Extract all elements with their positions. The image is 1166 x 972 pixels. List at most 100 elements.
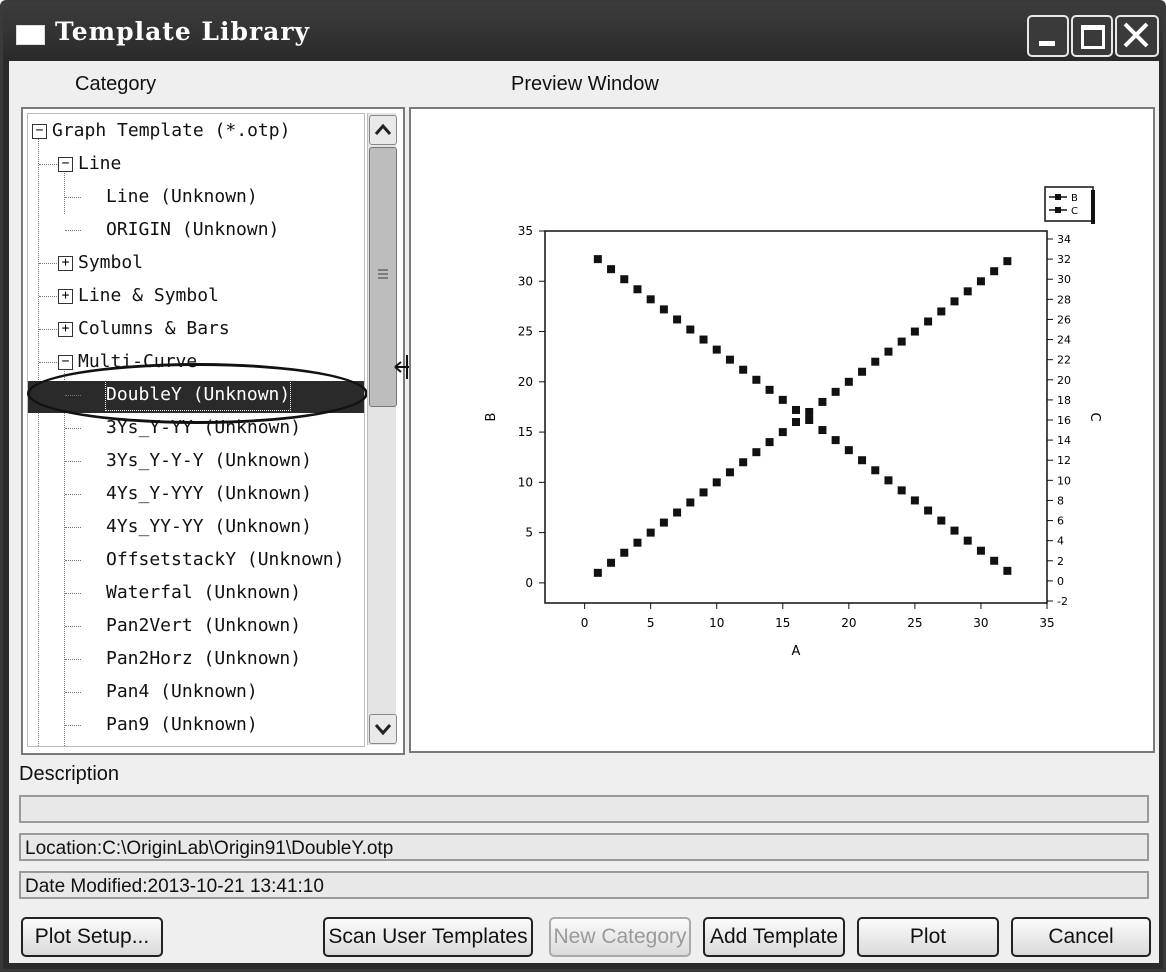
tree-connector: [65, 593, 81, 594]
series-c-point: [646, 295, 655, 304]
series-c-point: [778, 395, 787, 404]
tree-item[interactable]: OffsetstackY (Unknown): [106, 545, 344, 575]
plot-frame: [544, 230, 1048, 604]
series-c-point: [725, 355, 734, 364]
close-button[interactable]: [1115, 15, 1159, 57]
legend-marker: [1055, 194, 1061, 200]
series-c-point: [871, 466, 880, 475]
chevron-down-icon: [374, 724, 392, 736]
y2-tick-label: 18: [1057, 394, 1071, 407]
add-template-button[interactable]: Add Template: [703, 917, 845, 957]
series-b-point: [792, 418, 800, 427]
series-c-point: [950, 526, 959, 535]
series-b-point: [712, 478, 721, 487]
tree-item[interactable]: 4Ys_Y-YYY (Unknown): [106, 479, 312, 509]
minimize-button[interactable]: [1027, 15, 1069, 57]
legend-shadow: [1091, 190, 1095, 224]
series-c-point: [620, 275, 629, 284]
tree-connector: [65, 560, 81, 561]
plot-setup-button[interactable]: Plot Setup...: [21, 917, 163, 957]
series-b-point: [620, 548, 629, 557]
y-axis-label: B: [484, 413, 499, 422]
tree-connector: [39, 362, 57, 363]
tree-item[interactable]: Graph Template (*.otp): [52, 116, 290, 146]
tree-connector: [65, 494, 81, 495]
series-b-point: [831, 387, 840, 396]
y2-tick-label: 24: [1057, 334, 1071, 347]
tree-item[interactable]: Columns & Bars: [78, 314, 230, 344]
series-b-point: [976, 277, 985, 286]
location-field: Location:C:\OriginLab\Origin91\DoubleY.o…: [19, 833, 1149, 861]
tree-scrollbar[interactable]: [367, 113, 397, 745]
x-tick-label: 35: [1039, 616, 1054, 630]
expand-icon[interactable]: +: [58, 256, 73, 271]
series-b-point: [633, 538, 642, 547]
x-tick-label: 5: [647, 616, 655, 630]
collapse-icon[interactable]: −: [32, 124, 47, 139]
tree-item[interactable]: 4Ys_YY-YY (Unknown): [106, 512, 312, 542]
tree-item[interactable]: ORIGIN (Unknown): [106, 215, 279, 245]
y2-axis-label: C: [1087, 412, 1102, 421]
y2-tick-label: 30: [1057, 273, 1071, 286]
close-icon: [1123, 22, 1149, 48]
expand-icon[interactable]: +: [58, 322, 73, 337]
y2-tick-label: 28: [1057, 293, 1071, 306]
series-c-point: [831, 436, 840, 445]
series-c-point: [752, 375, 761, 384]
series-c-point: [1003, 566, 1012, 575]
new-category-button: New Category: [549, 917, 691, 957]
series-b-point: [659, 518, 668, 527]
tree-item[interactable]: Waterfal (Unknown): [106, 578, 301, 608]
x-tick-label: 15: [775, 616, 790, 630]
maximize-icon: [1081, 25, 1105, 49]
expand-icon[interactable]: +: [58, 289, 73, 304]
y-tick-label: 25: [518, 325, 533, 339]
title-bar[interactable]: Template Library: [3, 3, 1163, 61]
tree-item[interactable]: Pan2Vert (Unknown): [106, 611, 301, 641]
series-b-point: [805, 407, 814, 416]
collapse-icon[interactable]: −: [58, 355, 73, 370]
maximize-button[interactable]: [1071, 15, 1113, 57]
legend-label: B: [1071, 193, 1078, 204]
x-tick-label: 30: [973, 616, 988, 630]
tree-connector: [65, 659, 81, 660]
scan-user-templates-button[interactable]: Scan User Templates: [323, 917, 533, 957]
series-c-point: [818, 426, 827, 435]
tree-item[interactable]: Line (Unknown): [106, 182, 258, 212]
tree-connector: [65, 461, 81, 462]
category-tree[interactable]: − Graph Template (*.otp) − Line Line (Unknow…: [27, 113, 365, 747]
series-b-point: [778, 428, 787, 437]
legend-label: C: [1071, 206, 1078, 217]
tree-connector: [65, 527, 81, 528]
series-c-point: [976, 546, 985, 555]
tree-item[interactable]: Symbol: [78, 248, 143, 278]
scroll-up-button[interactable]: [369, 115, 397, 145]
series-c-point: [990, 556, 999, 565]
window-title: Template Library: [55, 17, 311, 46]
series-b-point: [844, 377, 853, 386]
series-c-point: [805, 416, 814, 424]
series-b-point: [990, 267, 999, 276]
series-b-point: [924, 317, 933, 326]
y-tick-label: 35: [518, 224, 533, 238]
description-label: Description: [19, 763, 120, 785]
series-c-point: [924, 506, 933, 515]
description-field: [19, 795, 1149, 823]
tree-item[interactable]: Pan4 (Unknown): [106, 677, 258, 707]
tree-item[interactable]: Pan2Horz (Unknown): [106, 644, 301, 674]
y2-tick-label: 26: [1057, 313, 1071, 326]
tree-item[interactable]: Line: [78, 149, 121, 179]
series-b-point: [593, 568, 602, 577]
tree-item[interactable]: Line & Symbol: [78, 281, 219, 311]
scroll-down-button[interactable]: [369, 714, 397, 744]
series-b-point: [673, 508, 682, 517]
tree-connector: [65, 626, 81, 627]
series-b-point: [937, 307, 946, 316]
tree-item[interactable]: Pan9 (Unknown): [106, 710, 258, 740]
collapse-icon[interactable]: −: [58, 157, 73, 172]
tree-item[interactable]: 3Ys_Y-Y-Y (Unknown): [106, 446, 312, 476]
series-b-point: [871, 357, 880, 366]
plot-button[interactable]: Plot: [857, 917, 999, 957]
y2-tick-label: 22: [1057, 354, 1071, 367]
cancel-button[interactable]: Cancel: [1011, 917, 1151, 957]
